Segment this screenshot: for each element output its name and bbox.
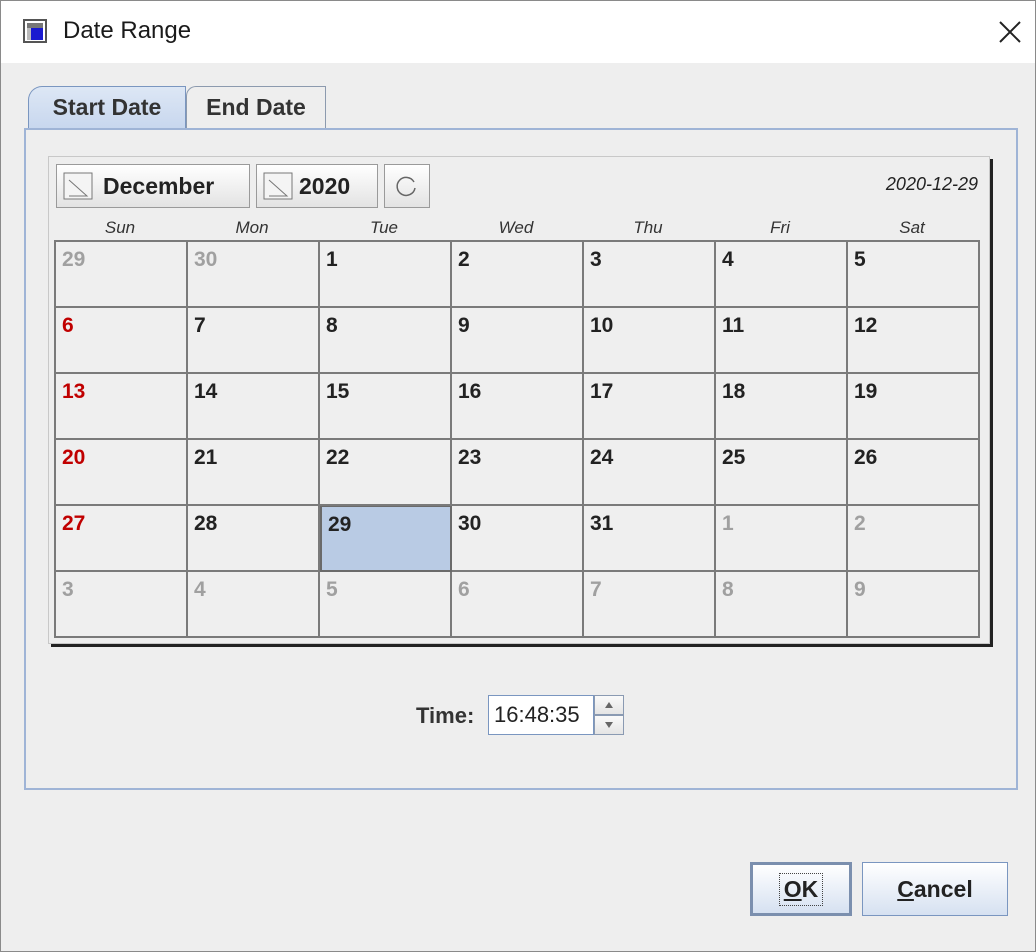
ok-mnemonic: O xyxy=(783,875,802,902)
weekday-label: Thu xyxy=(633,218,663,237)
calendar-day-cell[interactable]: 29 xyxy=(320,506,452,572)
calendar-day-cell[interactable]: 29 xyxy=(56,242,188,308)
calendar-day-cell[interactable]: 27 xyxy=(56,506,188,572)
calendar-day-cell[interactable]: 6 xyxy=(56,308,188,374)
calendar-day-cell[interactable]: 7 xyxy=(188,308,320,374)
calendar-day-cell[interactable]: 9 xyxy=(848,572,980,638)
calendar-day-cell[interactable]: 28 xyxy=(188,506,320,572)
calendar-day-cell[interactable]: 31 xyxy=(584,506,716,572)
calendar-day-cell[interactable]: 13 xyxy=(56,374,188,440)
calendar-day-cell[interactable]: 26 xyxy=(848,440,980,506)
tab-end-date[interactable]: End Date xyxy=(186,86,326,128)
ok-label: OK xyxy=(778,872,824,906)
calendar-day-cell[interactable]: 20 xyxy=(56,440,188,506)
dropdown-icon xyxy=(63,172,93,200)
year-dropdown[interactable]: 2020 xyxy=(256,164,378,208)
title-bar: Date Range xyxy=(1,1,1035,63)
weekday-label: Sat xyxy=(899,218,925,237)
cancel-button[interactable]: Cancel xyxy=(862,862,1008,916)
calendar-day-cell[interactable]: 4 xyxy=(188,572,320,638)
month-dropdown[interactable]: December xyxy=(56,164,250,208)
calendar-day-cell[interactable]: 6 xyxy=(452,572,584,638)
calendar-day-cell[interactable]: 21 xyxy=(188,440,320,506)
cancel-rest: ancel xyxy=(913,875,973,902)
calendar-day-cell[interactable]: 18 xyxy=(716,374,848,440)
calendar-day-cell[interactable]: 10 xyxy=(584,308,716,374)
calendar-day-cell[interactable]: 15 xyxy=(320,374,452,440)
calendar-day-cell[interactable]: 16 xyxy=(452,374,584,440)
ok-button[interactable]: OK xyxy=(750,862,852,916)
close-button[interactable] xyxy=(987,9,1033,55)
calendar-day-cell[interactable]: 2 xyxy=(452,242,584,308)
calendar-day-cell[interactable]: 8 xyxy=(320,308,452,374)
calendar-day-cell[interactable]: 30 xyxy=(188,242,320,308)
weekday-label: Sun xyxy=(104,218,136,237)
tab-start-date[interactable]: Start Date xyxy=(28,86,186,128)
time-increment-button[interactable] xyxy=(594,695,624,715)
dropdown-icon xyxy=(263,172,293,200)
calendar-day-cell[interactable]: 11 xyxy=(716,308,848,374)
weekday-label: Tue xyxy=(369,218,399,237)
calendar-day-cell[interactable]: 25 xyxy=(716,440,848,506)
day-grid: 29 30 1 2 3 4 5 6 7 8 9 10 11 12 13 14 15 16 17 18 19 20 21 22 2… xyxy=(54,240,980,638)
calendar-day-cell[interactable]: 4 xyxy=(716,242,848,308)
tab-end-date-label: End Date xyxy=(206,94,306,120)
cancel-mnemonic: C xyxy=(897,875,914,902)
calendar-day-cell[interactable]: 5 xyxy=(320,572,452,638)
time-input[interactable]: 16:48:35 xyxy=(488,695,594,735)
today-button[interactable] xyxy=(384,164,430,208)
java-app-icon xyxy=(23,19,47,43)
calendar-day-cell[interactable]: 22 xyxy=(320,440,452,506)
cancel-label: Cancel xyxy=(897,876,972,903)
calendar-day-cell[interactable]: 17 xyxy=(584,374,716,440)
selected-date-display: 2020-12-29 xyxy=(885,174,978,194)
calendar-day-cell[interactable]: 8 xyxy=(716,572,848,638)
calendar-day-cell[interactable]: 7 xyxy=(584,572,716,638)
calendar-day-cell[interactable]: 1 xyxy=(716,506,848,572)
calendar-day-cell[interactable]: 2 xyxy=(848,506,980,572)
calendar-day-cell[interactable]: 3 xyxy=(584,242,716,308)
weekday-label: Mon xyxy=(235,218,269,237)
weekday-label: Wed xyxy=(498,218,534,237)
calendar-day-cell[interactable]: 23 xyxy=(452,440,584,506)
calendar-day-cell[interactable]: 19 xyxy=(848,374,980,440)
calendar-day-cell[interactable]: 12 xyxy=(848,308,980,374)
ok-rest: K xyxy=(801,875,819,902)
tab-start-date-label: Start Date xyxy=(52,94,162,120)
time-decrement-button[interactable] xyxy=(594,715,624,735)
window-title: Date Range xyxy=(63,17,192,44)
close-icon xyxy=(999,21,1021,43)
month-label: December xyxy=(103,172,215,199)
time-label: Time: xyxy=(416,703,475,728)
calendar-day-cell[interactable]: 3 xyxy=(56,572,188,638)
calendar-day-cell[interactable]: 9 xyxy=(452,308,584,374)
calendar-day-cell[interactable]: 5 xyxy=(848,242,980,308)
year-label: 2020 xyxy=(299,172,351,199)
calendar-day-cell[interactable]: 14 xyxy=(188,374,320,440)
calendar-day-cell[interactable]: 1 xyxy=(320,242,452,308)
weekday-label: Fri xyxy=(770,218,790,237)
circle-icon xyxy=(396,176,416,197)
arrow-up-icon xyxy=(605,702,613,708)
calendar-day-cell[interactable]: 30 xyxy=(452,506,584,572)
time-value: 16:48:35 xyxy=(494,702,580,727)
arrow-down-icon xyxy=(605,722,613,728)
calendar-day-cell[interactable]: 24 xyxy=(584,440,716,506)
